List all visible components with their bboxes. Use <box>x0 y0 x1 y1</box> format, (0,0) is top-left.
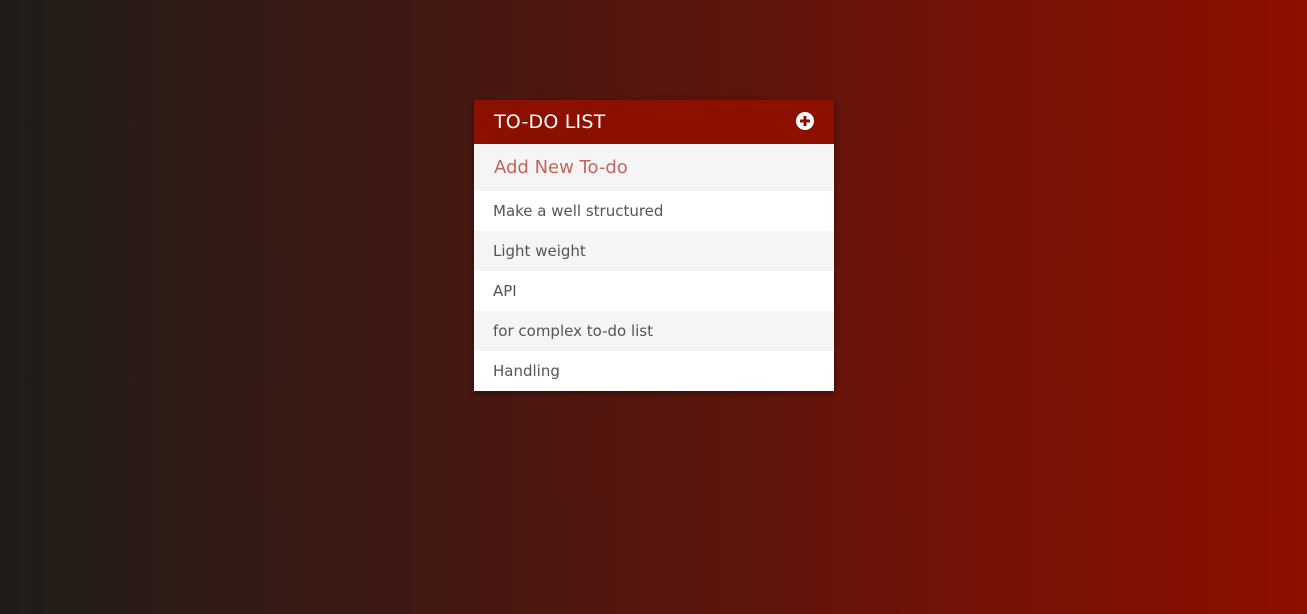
todo-item[interactable]: Make a well structured <box>474 191 834 231</box>
todo-item[interactable]: Handling <box>474 351 834 391</box>
todo-header: TO-DO LIST <box>474 100 834 144</box>
todo-item[interactable]: Light weight <box>474 231 834 271</box>
todo-list: Make a well structured Light weight API … <box>474 191 834 391</box>
plus-circle-icon[interactable] <box>796 112 814 130</box>
todo-card: TO-DO LIST Make a well structured Light … <box>474 100 834 391</box>
todo-item[interactable]: API <box>474 271 834 311</box>
todo-item[interactable]: for complex to-do list <box>474 311 834 351</box>
todo-title: TO-DO LIST <box>494 111 606 133</box>
add-todo-input[interactable] <box>474 144 834 191</box>
